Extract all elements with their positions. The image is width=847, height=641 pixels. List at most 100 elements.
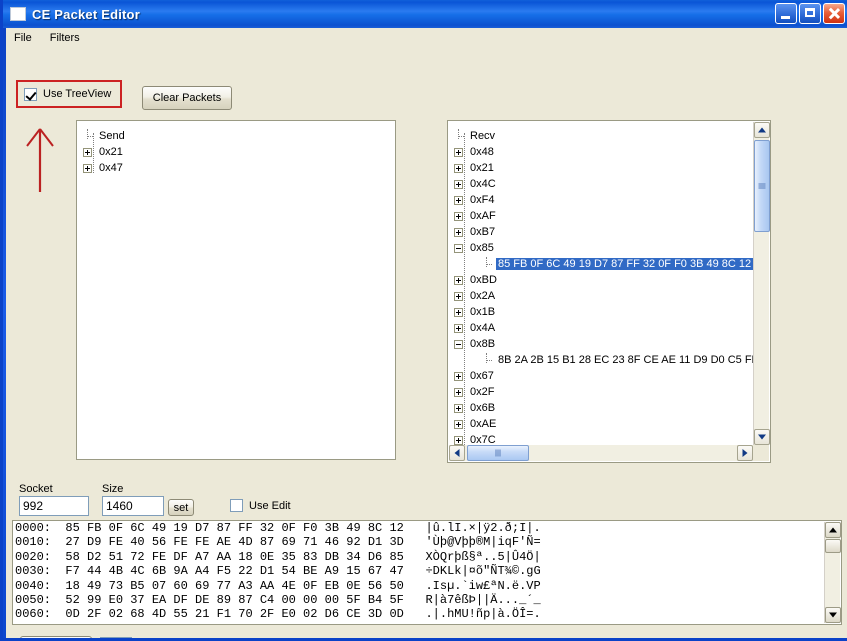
scrollbar-thumb[interactable] bbox=[467, 445, 529, 461]
use-treeview-checkbox[interactable] bbox=[24, 88, 37, 101]
use-edit-group: Use Edit bbox=[230, 499, 291, 512]
tree-node-label: 0x1B bbox=[468, 306, 497, 318]
tree-guide-icon bbox=[482, 260, 491, 269]
tree-node-0x8B[interactable]: 0x8B bbox=[454, 336, 744, 352]
scrollbar-thumb[interactable] bbox=[754, 140, 770, 232]
annotation-arrow-icon bbox=[20, 122, 60, 194]
socket-label: Socket bbox=[19, 483, 53, 495]
recv-tree-horizontal-scrollbar[interactable] bbox=[449, 445, 753, 461]
size-label: Size bbox=[102, 483, 123, 495]
socket-input[interactable] bbox=[19, 496, 89, 516]
hex-dump-vertical-scrollbar[interactable] bbox=[824, 522, 840, 623]
tree-node-0xB7[interactable]: 0xB7 bbox=[454, 224, 744, 240]
send-tree-nodes: Send 0x21 0x47 bbox=[83, 125, 127, 176]
expand-plus-icon[interactable] bbox=[454, 212, 463, 221]
client-area: File Filters Use TreeView Clear Packets bbox=[6, 28, 847, 638]
times-input[interactable] bbox=[100, 637, 132, 638]
tree-leaf-packet-bytes[interactable]: 8B 2A 2B 15 B1 28 EC 23 8F CE AE 11 D9 D… bbox=[454, 352, 744, 368]
expand-plus-icon[interactable] bbox=[454, 180, 463, 189]
tree-node-0xAF[interactable]: 0xAF bbox=[454, 208, 744, 224]
ce-packet-editor-window: CE Packet Editor File Filters Use TreeVi… bbox=[0, 0, 847, 641]
tree-node-0x4C[interactable]: 0x4C bbox=[454, 176, 744, 192]
tree-node-label: 0x21 bbox=[468, 162, 496, 174]
tree-node-0x67[interactable]: 0x67 bbox=[454, 368, 744, 384]
expand-plus-icon[interactable] bbox=[454, 404, 463, 413]
tree-node-label: 0xBD bbox=[468, 274, 499, 286]
recv-tree-vertical-scrollbar[interactable] bbox=[753, 122, 769, 445]
expand-plus-icon[interactable] bbox=[454, 196, 463, 205]
expand-plus-icon[interactable] bbox=[454, 228, 463, 237]
scroll-down-arrow-icon[interactable] bbox=[825, 607, 841, 623]
use-edit-checkbox[interactable] bbox=[230, 499, 243, 512]
scroll-up-arrow-icon[interactable] bbox=[825, 522, 841, 538]
hex-dump-panel[interactable]: 0000: 85 FB 0F 6C 49 19 D7 87 FF 32 0F F… bbox=[12, 520, 842, 625]
menu-item-filters[interactable]: Filters bbox=[50, 30, 89, 46]
collapse-minus-icon[interactable] bbox=[454, 340, 463, 349]
app-window-icon bbox=[10, 7, 26, 21]
tree-node-root[interactable]: Recv bbox=[454, 128, 744, 144]
expand-plus-icon[interactable] bbox=[454, 388, 463, 397]
recv-packet-tree[interactable]: Recv 0x48 0x21 0x4C bbox=[447, 120, 771, 463]
tree-node-root[interactable]: Send bbox=[83, 128, 127, 144]
scroll-left-arrow-icon[interactable] bbox=[449, 445, 465, 461]
tree-node-0x47[interactable]: 0x47 bbox=[83, 160, 127, 176]
tree-node-0x85[interactable]: 0x85 bbox=[454, 240, 744, 256]
expand-plus-icon[interactable] bbox=[454, 436, 463, 445]
expand-plus-icon[interactable] bbox=[454, 420, 463, 429]
tree-node-0x21[interactable]: 0x21 bbox=[454, 160, 744, 176]
window-title: CE Packet Editor bbox=[32, 7, 140, 22]
hex-dump-line: 0020: 58 D2 51 72 FE DF A7 AA 18 0E 35 8… bbox=[15, 550, 822, 564]
tree-node-0xAE[interactable]: 0xAE bbox=[454, 416, 744, 432]
send-button[interactable]: Send bbox=[20, 636, 92, 638]
tree-node-label: 0x67 bbox=[468, 370, 496, 382]
scroll-right-arrow-icon[interactable] bbox=[737, 445, 753, 461]
tree-node-0x2F[interactable]: 0x2F bbox=[454, 384, 744, 400]
tree-node-label: Send bbox=[97, 130, 127, 142]
clear-packets-button[interactable]: Clear Packets bbox=[142, 86, 232, 110]
menu-item-file[interactable]: File bbox=[14, 30, 41, 46]
hex-dump-line: 0060: 0D 2F 02 68 4D 55 21 F1 70 2F E0 0… bbox=[15, 607, 822, 621]
tree-node-label: 0x8B bbox=[468, 338, 497, 350]
tree-node-label: 0x2A bbox=[468, 290, 497, 302]
hex-dump-line: 0050: 52 99 E0 37 EA DF DE 89 87 C4 00 0… bbox=[15, 593, 822, 607]
tree-node-0x48[interactable]: 0x48 bbox=[454, 144, 744, 160]
tree-node-label: 0xAF bbox=[468, 210, 498, 222]
send-packet-tree[interactable]: Send 0x21 0x47 bbox=[76, 120, 396, 460]
scroll-down-arrow-icon[interactable] bbox=[754, 429, 770, 445]
minimize-button[interactable] bbox=[775, 3, 797, 24]
hex-dump-content: 0000: 85 FB 0F 6C 49 19 D7 87 FF 32 0F F… bbox=[15, 521, 822, 622]
scroll-up-arrow-icon[interactable] bbox=[754, 122, 770, 138]
set-button[interactable]: set bbox=[168, 499, 194, 516]
expand-plus-icon[interactable] bbox=[454, 372, 463, 381]
tree-node-label: 0x47 bbox=[97, 162, 125, 174]
expand-plus-icon[interactable] bbox=[454, 308, 463, 317]
expand-plus-icon[interactable] bbox=[454, 164, 463, 173]
tree-guide-icon bbox=[83, 132, 92, 141]
scrollbar-thumb[interactable] bbox=[825, 539, 841, 553]
tree-node-label: 0xF4 bbox=[468, 194, 496, 206]
collapse-minus-icon[interactable] bbox=[454, 244, 463, 253]
window-frame: CE Packet Editor File Filters Use TreeVi… bbox=[0, 0, 847, 641]
tree-node-label: 0x4A bbox=[468, 322, 497, 334]
tree-node-0x6B[interactable]: 0x6B bbox=[454, 400, 744, 416]
packet-bytes-label: 85 FB 0F 6C 49 19 D7 87 FF 32 0F F0 3B 4… bbox=[496, 258, 768, 270]
tree-node-0x21[interactable]: 0x21 bbox=[83, 144, 127, 160]
tree-leaf-packet-bytes[interactable]: 85 FB 0F 6C 49 19 D7 87 FF 32 0F F0 3B 4… bbox=[454, 256, 744, 272]
close-button[interactable] bbox=[823, 3, 845, 24]
tree-node-0x2A[interactable]: 0x2A bbox=[454, 288, 744, 304]
expand-plus-icon[interactable] bbox=[454, 276, 463, 285]
tree-node-0x1B[interactable]: 0x1B bbox=[454, 304, 744, 320]
expand-plus-icon[interactable] bbox=[454, 292, 463, 301]
maximize-button[interactable] bbox=[799, 3, 821, 24]
tree-node-0x4A[interactable]: 0x4A bbox=[454, 320, 744, 336]
hex-dump-line: 0010: 27 D9 FE 40 56 FE FE AE 4D 87 69 7… bbox=[15, 535, 822, 549]
size-input[interactable] bbox=[102, 496, 164, 516]
expand-plus-icon[interactable] bbox=[83, 148, 92, 157]
tree-node-0xBD[interactable]: 0xBD bbox=[454, 272, 744, 288]
tree-node-0xF4[interactable]: 0xF4 bbox=[454, 192, 744, 208]
tree-node-label: Recv bbox=[468, 130, 497, 142]
expand-plus-icon[interactable] bbox=[454, 324, 463, 333]
title-bar[interactable]: CE Packet Editor bbox=[3, 0, 847, 28]
expand-plus-icon[interactable] bbox=[83, 164, 92, 173]
expand-plus-icon[interactable] bbox=[454, 148, 463, 157]
